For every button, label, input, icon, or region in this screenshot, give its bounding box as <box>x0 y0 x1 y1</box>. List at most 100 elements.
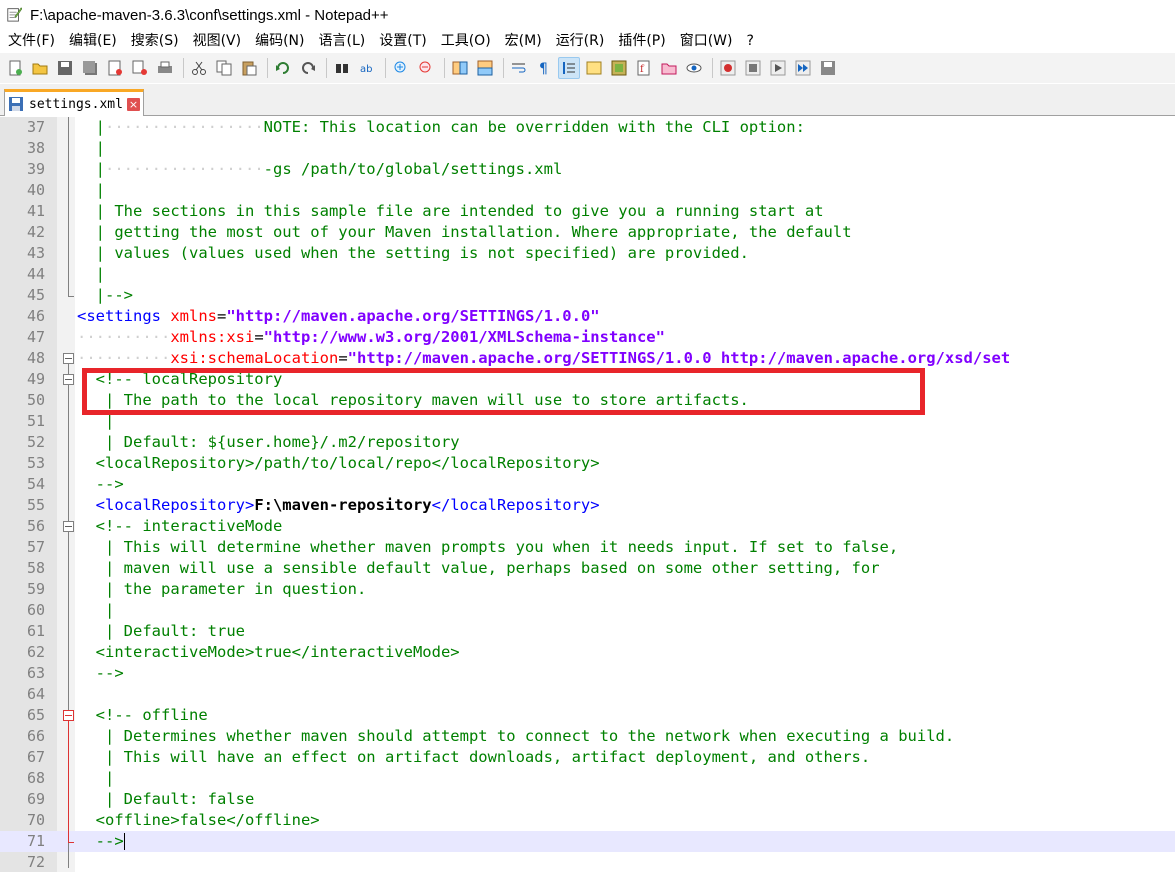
code-line[interactable]: 40 | <box>0 180 1175 201</box>
title-bar: F:\apache-maven-3.6.3\conf\settings.xml … <box>0 0 1175 30</box>
undo-button[interactable] <box>272 57 294 79</box>
code-line[interactable]: 69 | Default: false <box>0 789 1175 810</box>
code-line[interactable]: 62 <interactiveMode>true</interactiveMod… <box>0 642 1175 663</box>
menu-edit[interactable]: 编辑(E) <box>62 30 124 52</box>
line-text: <localRepository>F:\maven-repository</lo… <box>77 495 600 516</box>
tab-close-icon[interactable]: × <box>126 97 140 111</box>
code-line[interactable]: 72 <box>0 852 1175 872</box>
menu-plugins[interactable]: 插件(P) <box>611 30 672 52</box>
menu-language[interactable]: 语言(L) <box>312 30 373 52</box>
new-file-button[interactable] <box>4 57 26 79</box>
doc-map-button[interactable] <box>608 57 630 79</box>
open-file-button[interactable] <box>29 57 51 79</box>
code-line[interactable]: 56 <!-- interactiveMode <box>0 516 1175 537</box>
monitoring-button[interactable] <box>683 57 705 79</box>
folder-workspace-button[interactable] <box>658 57 680 79</box>
stop-record-button[interactable] <box>742 57 764 79</box>
sync-horizontal-button[interactable] <box>474 57 496 79</box>
menu-help[interactable]: ? <box>740 30 761 52</box>
line-number: 49 <box>26 370 45 388</box>
line-number: 59 <box>26 580 45 598</box>
fold-toggle-icon[interactable] <box>63 521 74 532</box>
copy-button[interactable] <box>213 57 235 79</box>
save-all-button[interactable] <box>79 57 101 79</box>
code-line[interactable]: 64 <box>0 684 1175 705</box>
code-line[interactable]: 63 --> <box>0 663 1175 684</box>
word-wrap-button[interactable] <box>508 57 530 79</box>
find-button[interactable] <box>331 57 353 79</box>
code-line[interactable]: 45 |--> <box>0 285 1175 306</box>
show-all-chars-button[interactable]: ¶ <box>533 57 555 79</box>
code-line[interactable]: 67 | This will have an effect on artifac… <box>0 747 1175 768</box>
close-all-button[interactable] <box>129 57 151 79</box>
line-number: 44 <box>26 265 45 283</box>
code-line[interactable]: 70 <offline>false</offline> <box>0 810 1175 831</box>
code-line[interactable]: 66 | Determines whether maven should att… <box>0 726 1175 747</box>
code-line[interactable]: 57 | This will determine whether maven p… <box>0 537 1175 558</box>
menu-search[interactable]: 搜索(S) <box>124 30 186 52</box>
code-line[interactable]: 42 | getting the most out of your Maven … <box>0 222 1175 243</box>
tab-settings-xml[interactable]: settings.xml × <box>4 89 144 116</box>
code-line[interactable]: 71 --> <box>0 831 1175 852</box>
menu-macro[interactable]: 宏(M) <box>498 30 549 52</box>
save-button[interactable] <box>54 57 76 79</box>
play-macro-button[interactable] <box>767 57 789 79</box>
replace-button[interactable]: ab <box>356 57 378 79</box>
code-line[interactable]: 48 ··········xsi:schemaLocation="http://m… <box>0 348 1175 369</box>
sync-vertical-button[interactable] <box>449 57 471 79</box>
line-text: | getting the most out of your Maven ins… <box>77 222 852 243</box>
toolbar-separator <box>385 58 386 78</box>
redo-button[interactable] <box>297 57 319 79</box>
zoom-in-button[interactable] <box>390 57 412 79</box>
code-token: | <box>95 160 106 178</box>
menu-view[interactable]: 视图(V) <box>186 30 249 52</box>
code-line[interactable]: 61 | Default: true <box>0 621 1175 642</box>
menu-run[interactable]: 运行(R) <box>549 30 612 52</box>
paste-button[interactable] <box>238 57 260 79</box>
code-line[interactable]: 52 | Default: ${user.home}/.m2/repositor… <box>0 432 1175 453</box>
fold-toggle-icon[interactable] <box>63 374 74 385</box>
code-line[interactable]: 65 <!-- offline <box>0 705 1175 726</box>
code-line[interactable]: 44 | <box>0 264 1175 285</box>
menu-file[interactable]: 文件(F) <box>0 30 62 52</box>
menu-window[interactable]: 窗口(W) <box>673 30 740 52</box>
indent-guide-button[interactable] <box>558 57 580 79</box>
code-line[interactable]: 53 <localRepository>/path/to/local/repo<… <box>0 453 1175 474</box>
code-line[interactable]: 60 | <box>0 600 1175 621</box>
code-line[interactable]: 43 | values (values used when the settin… <box>0 243 1175 264</box>
cut-button[interactable] <box>188 57 210 79</box>
code-line[interactable]: 46 <settings xmlns="http://maven.apache.o… <box>0 306 1175 327</box>
code-line[interactable]: 55 <localRepository>F:\maven-repository<… <box>0 495 1175 516</box>
fold-toggle-icon[interactable] <box>63 353 74 364</box>
function-list-button[interactable]: f <box>633 57 655 79</box>
menu-tools[interactable]: 工具(O) <box>434 30 498 52</box>
fold-toggle-icon[interactable] <box>63 710 74 721</box>
line-text: | Default: ${user.home}/.m2/repository <box>77 432 460 453</box>
paste-icon <box>242 61 257 76</box>
code-line[interactable]: 47 ··········xmlns:xsi="http://www.w3.org… <box>0 327 1175 348</box>
zoom-out-button[interactable] <box>415 57 437 79</box>
sync-vertical-icon <box>452 61 468 75</box>
code-token: | This will determine whether maven prom… <box>105 538 899 556</box>
code-line[interactable]: 37 |·················NOTE: This location… <box>0 117 1175 138</box>
code-editor[interactable]: 37 |·················NOTE: This location… <box>0 117 1175 872</box>
save-macro-button[interactable] <box>817 57 839 79</box>
code-line[interactable]: 54 --> <box>0 474 1175 495</box>
code-line[interactable]: 58 | maven will use a sensible default v… <box>0 558 1175 579</box>
print-button[interactable] <box>154 57 176 79</box>
record-macro-button[interactable] <box>717 57 739 79</box>
code-line[interactable]: 39 |·················-gs /path/to/global… <box>0 159 1175 180</box>
menu-encoding[interactable]: 编码(N) <box>248 30 311 52</box>
code-line[interactable]: 41 | The sections in this sample file ar… <box>0 201 1175 222</box>
code-line[interactable]: 68 | <box>0 768 1175 789</box>
menu-settings[interactable]: 设置(T) <box>372 30 433 52</box>
user-defined-lang-button[interactable] <box>583 57 605 79</box>
close-button[interactable] <box>104 57 126 79</box>
code-line[interactable]: 38 | <box>0 138 1175 159</box>
code-line[interactable]: 59 | the parameter in question. <box>0 579 1175 600</box>
run-macro-multiple-button[interactable] <box>792 57 814 79</box>
code-token: | <box>105 601 115 619</box>
